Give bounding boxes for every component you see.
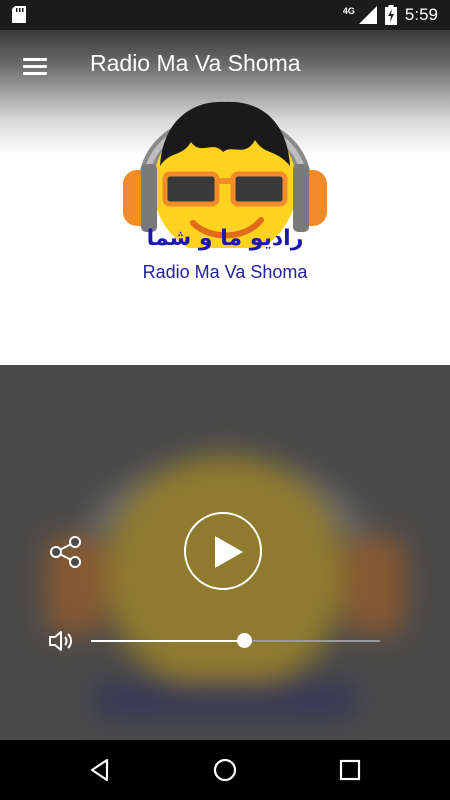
- player-panel: [0, 365, 450, 740]
- network-type: 4G: [342, 6, 355, 16]
- status-bar: 4G 5:59: [0, 0, 450, 30]
- hamburger-menu-icon[interactable]: [18, 52, 52, 80]
- battery-charging-icon: [384, 5, 397, 25]
- clock: 5:59: [404, 5, 438, 24]
- back-icon[interactable]: [87, 757, 113, 783]
- volume-icon[interactable]: [48, 630, 74, 652]
- radio-logo: [123, 101, 327, 248]
- app-title: Radio Ma Va Shoma: [90, 50, 301, 76]
- play-icon: [215, 536, 243, 568]
- logo-latin-text: Radio Ma Va Shoma: [142, 262, 308, 282]
- logo-arabic-text: رادیو ما و شما: [146, 226, 304, 251]
- share-icon[interactable]: [48, 534, 84, 570]
- recents-icon[interactable]: [337, 757, 363, 783]
- volume-slider[interactable]: [91, 633, 380, 648]
- volume-slider-fill: [91, 640, 245, 642]
- navigation-bar: [0, 740, 450, 800]
- home-icon[interactable]: [212, 757, 238, 783]
- sd-card-icon: [12, 6, 26, 23]
- signal-icon: [358, 6, 377, 24]
- play-button[interactable]: [184, 512, 262, 590]
- header-banner: Radio Ma Va Shoma رادیو ما و شما Radio M…: [0, 30, 450, 365]
